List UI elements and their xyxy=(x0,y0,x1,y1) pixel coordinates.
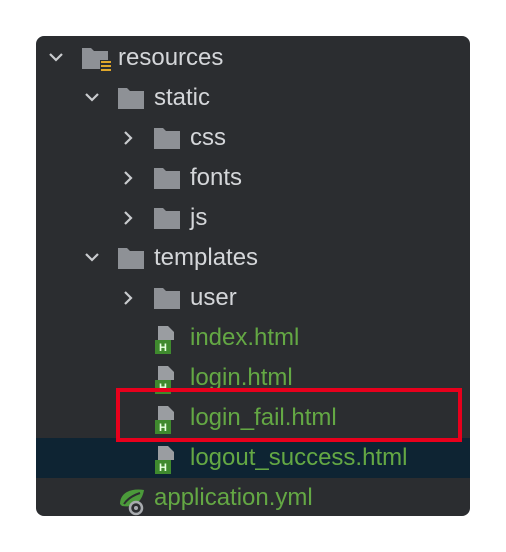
tree-item-css[interactable]: css xyxy=(36,118,470,158)
folder-icon xyxy=(116,238,150,278)
spring-yaml-icon xyxy=(116,478,150,516)
folder-icon xyxy=(152,118,186,158)
tree-item-label: application.yml xyxy=(154,484,313,511)
tree-item-label: js xyxy=(190,204,208,231)
tree-item-label: css xyxy=(190,124,226,151)
folder-icon xyxy=(152,158,186,198)
html-file-icon: H xyxy=(152,358,186,398)
html-file-icon: H xyxy=(152,438,186,478)
tree-item-label: user xyxy=(190,284,237,311)
tree-item-static[interactable]: static xyxy=(36,78,470,118)
tree-item-application-yml[interactable]: application.yml xyxy=(36,478,470,516)
tree-item-templates[interactable]: templates xyxy=(36,238,470,278)
resources-folder-icon xyxy=(80,38,114,78)
tree-item-js[interactable]: js xyxy=(36,198,470,238)
tree-item-resources[interactable]: resources xyxy=(36,38,470,78)
tree-item-label: templates xyxy=(154,244,259,271)
tree-item-label: static xyxy=(154,84,211,111)
chevron-down-icon[interactable] xyxy=(44,38,68,78)
chevron-down-icon[interactable] xyxy=(80,78,104,118)
tree-item-login-fail-html[interactable]: H login_fail.html xyxy=(36,398,470,438)
chevron-right-icon[interactable] xyxy=(116,118,140,158)
svg-text:H: H xyxy=(159,342,167,354)
tree-item-label: logout_success.html xyxy=(190,444,408,471)
tree-item-user[interactable]: user xyxy=(36,278,470,318)
tree-item-label: resources xyxy=(118,44,224,71)
tree-item-login-html[interactable]: H login.html xyxy=(36,358,470,398)
html-file-icon: H xyxy=(152,318,186,358)
svg-text:H: H xyxy=(159,462,167,474)
html-file-icon: H xyxy=(152,398,186,438)
chevron-down-icon[interactable] xyxy=(80,238,104,278)
tree-item-label: login_fail.html xyxy=(190,404,337,431)
folder-icon xyxy=(152,278,186,318)
tree-item-label: fonts xyxy=(190,164,243,191)
chevron-right-icon[interactable] xyxy=(116,158,140,198)
tree-item-label: login.html xyxy=(190,364,293,391)
folder-icon xyxy=(152,198,186,238)
svg-text:H: H xyxy=(159,422,167,434)
chevron-right-icon[interactable] xyxy=(116,198,140,238)
folder-icon xyxy=(116,78,150,118)
tree-item-index-html[interactable]: H index.html xyxy=(36,318,470,358)
chevron-right-icon[interactable] xyxy=(116,278,140,318)
tree-item-fonts[interactable]: fonts xyxy=(36,158,470,198)
tree-item-label: index.html xyxy=(190,324,300,351)
project-tree-panel: resources static css fonts js templates … xyxy=(36,36,470,516)
svg-text:H: H xyxy=(159,382,167,394)
tree-item-logout-success-html[interactable]: H logout_success.html xyxy=(36,438,470,478)
